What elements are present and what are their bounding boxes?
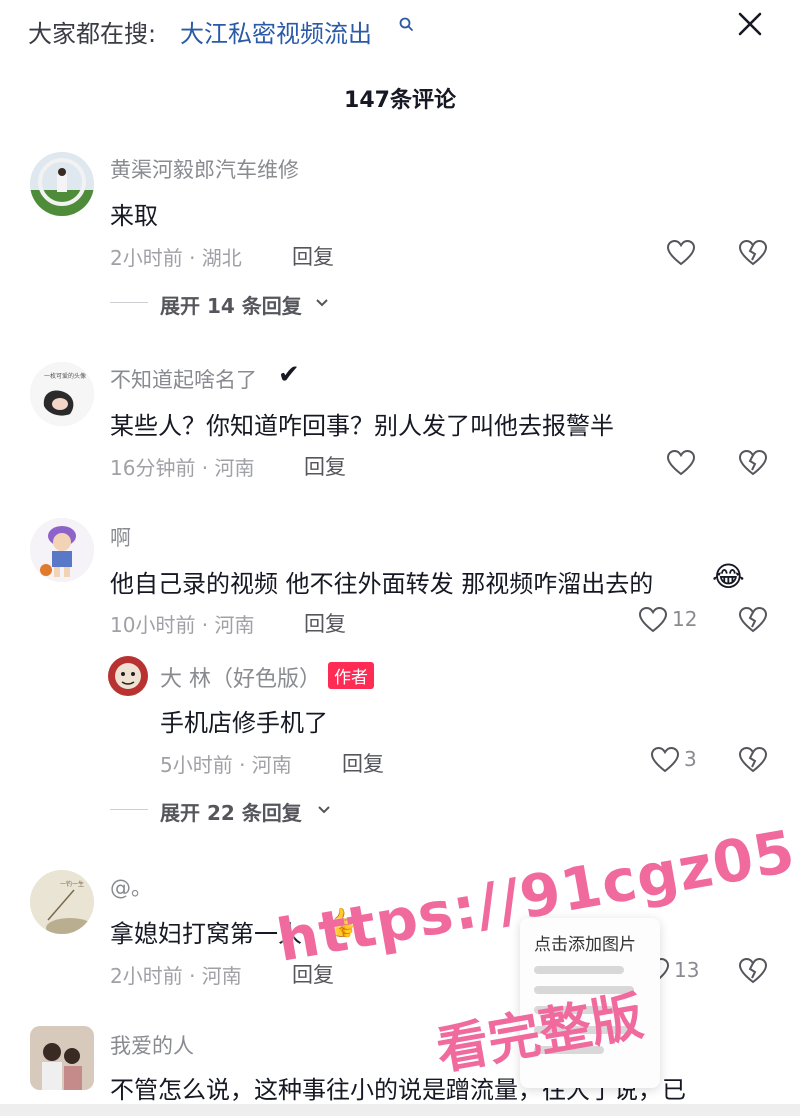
like-button[interactable]: 3 — [650, 745, 710, 777]
avatar[interactable] — [30, 1026, 94, 1090]
add-image-label: 点击添加图片 — [534, 935, 636, 955]
broken-heart-icon[interactable] — [738, 448, 768, 478]
comment-meta: 2小时前 · 湖北 — [110, 246, 242, 270]
like-count: 13 — [674, 958, 700, 982]
comment-username[interactable]: 黄渠河毅郎汽车维修 — [110, 154, 299, 184]
avatar[interactable]: 一枚可爱的头像 — [30, 362, 94, 426]
broken-heart-icon[interactable] — [738, 956, 768, 986]
broken-heart-icon[interactable] — [738, 238, 768, 268]
comment-text: 他自己录的视频 他不往外面转发 那视频咋溜出去的 — [110, 570, 654, 598]
heart-icon — [666, 449, 696, 476]
popup-row — [534, 966, 624, 974]
avatar[interactable]: 一钓一生 — [30, 870, 94, 934]
like-button[interactable] — [666, 448, 726, 480]
comment-username[interactable]: 不知道起啥名了 — [110, 364, 257, 394]
expand-divider — [110, 809, 148, 810]
broken-heart-icon[interactable] — [738, 605, 768, 635]
avatar[interactable] — [30, 518, 94, 582]
like-count: 12 — [672, 607, 698, 631]
comment-username[interactable]: 啊 — [110, 522, 131, 552]
search-prefix-label: 大家都在搜: — [28, 20, 157, 48]
like-count: 3 — [684, 747, 697, 771]
trending-search-link[interactable]: 大江私密视频流出 — [180, 14, 372, 49]
heart-icon — [638, 606, 668, 633]
comment-count-title: 147条评论 — [344, 88, 456, 113]
reply-button[interactable]: 回复 — [304, 608, 346, 638]
comment-username[interactable]: 我爱的人 — [110, 1030, 194, 1060]
svg-text:一钓一生: 一钓一生 — [60, 880, 84, 888]
svg-text:一枚可爱的头像: 一枚可爱的头像 — [44, 372, 86, 380]
comment-meta: 16分钟前 · 河南 — [110, 456, 255, 480]
like-button[interactable] — [666, 238, 726, 270]
reply-text: 手机店修手机了 — [160, 709, 328, 737]
expand-divider — [110, 302, 148, 303]
reply-avatar[interactable] — [108, 656, 148, 696]
laughing-emoji: 😂 — [712, 560, 745, 593]
expand-replies-button[interactable]: 展开 14 条回复 — [160, 290, 302, 319]
comment-username[interactable]: @。 — [110, 872, 152, 902]
author-badge: 作者 — [328, 662, 374, 689]
top-bar: 大家都在搜: 大江私密视频流出 — [0, 0, 800, 60]
heart-icon — [650, 746, 680, 773]
bottom-input-bar[interactable] — [0, 1104, 800, 1116]
comment-meta: 10小时前 · 河南 — [110, 613, 255, 637]
comment-meta: 2小时前 · 河南 — [110, 964, 242, 988]
chevron-down-icon — [316, 299, 328, 307]
close-button[interactable] — [730, 6, 770, 46]
like-button[interactable]: 12 — [638, 605, 708, 637]
reply-button[interactable]: 回复 — [342, 748, 384, 778]
comment-text: 某些人？你知道咋回事？别人发了叫他去报警半 — [110, 412, 614, 440]
heart-icon — [666, 239, 696, 266]
expand-replies-button[interactable]: 展开 22 条回复 — [160, 797, 302, 826]
broken-heart-icon[interactable] — [738, 745, 768, 775]
avatar[interactable] — [30, 152, 94, 216]
chevron-down-icon — [318, 806, 330, 814]
reply-username[interactable]: 大 林（好色版） — [160, 661, 321, 693]
comment-text: 来取 — [110, 202, 158, 230]
verified-check-icon: ✔ — [278, 360, 300, 390]
reply-button[interactable]: 回复 — [292, 241, 334, 271]
reply-meta: 5小时前 · 河南 — [160, 753, 292, 777]
reply-button[interactable]: 回复 — [304, 451, 346, 481]
search-icon[interactable] — [398, 16, 414, 32]
